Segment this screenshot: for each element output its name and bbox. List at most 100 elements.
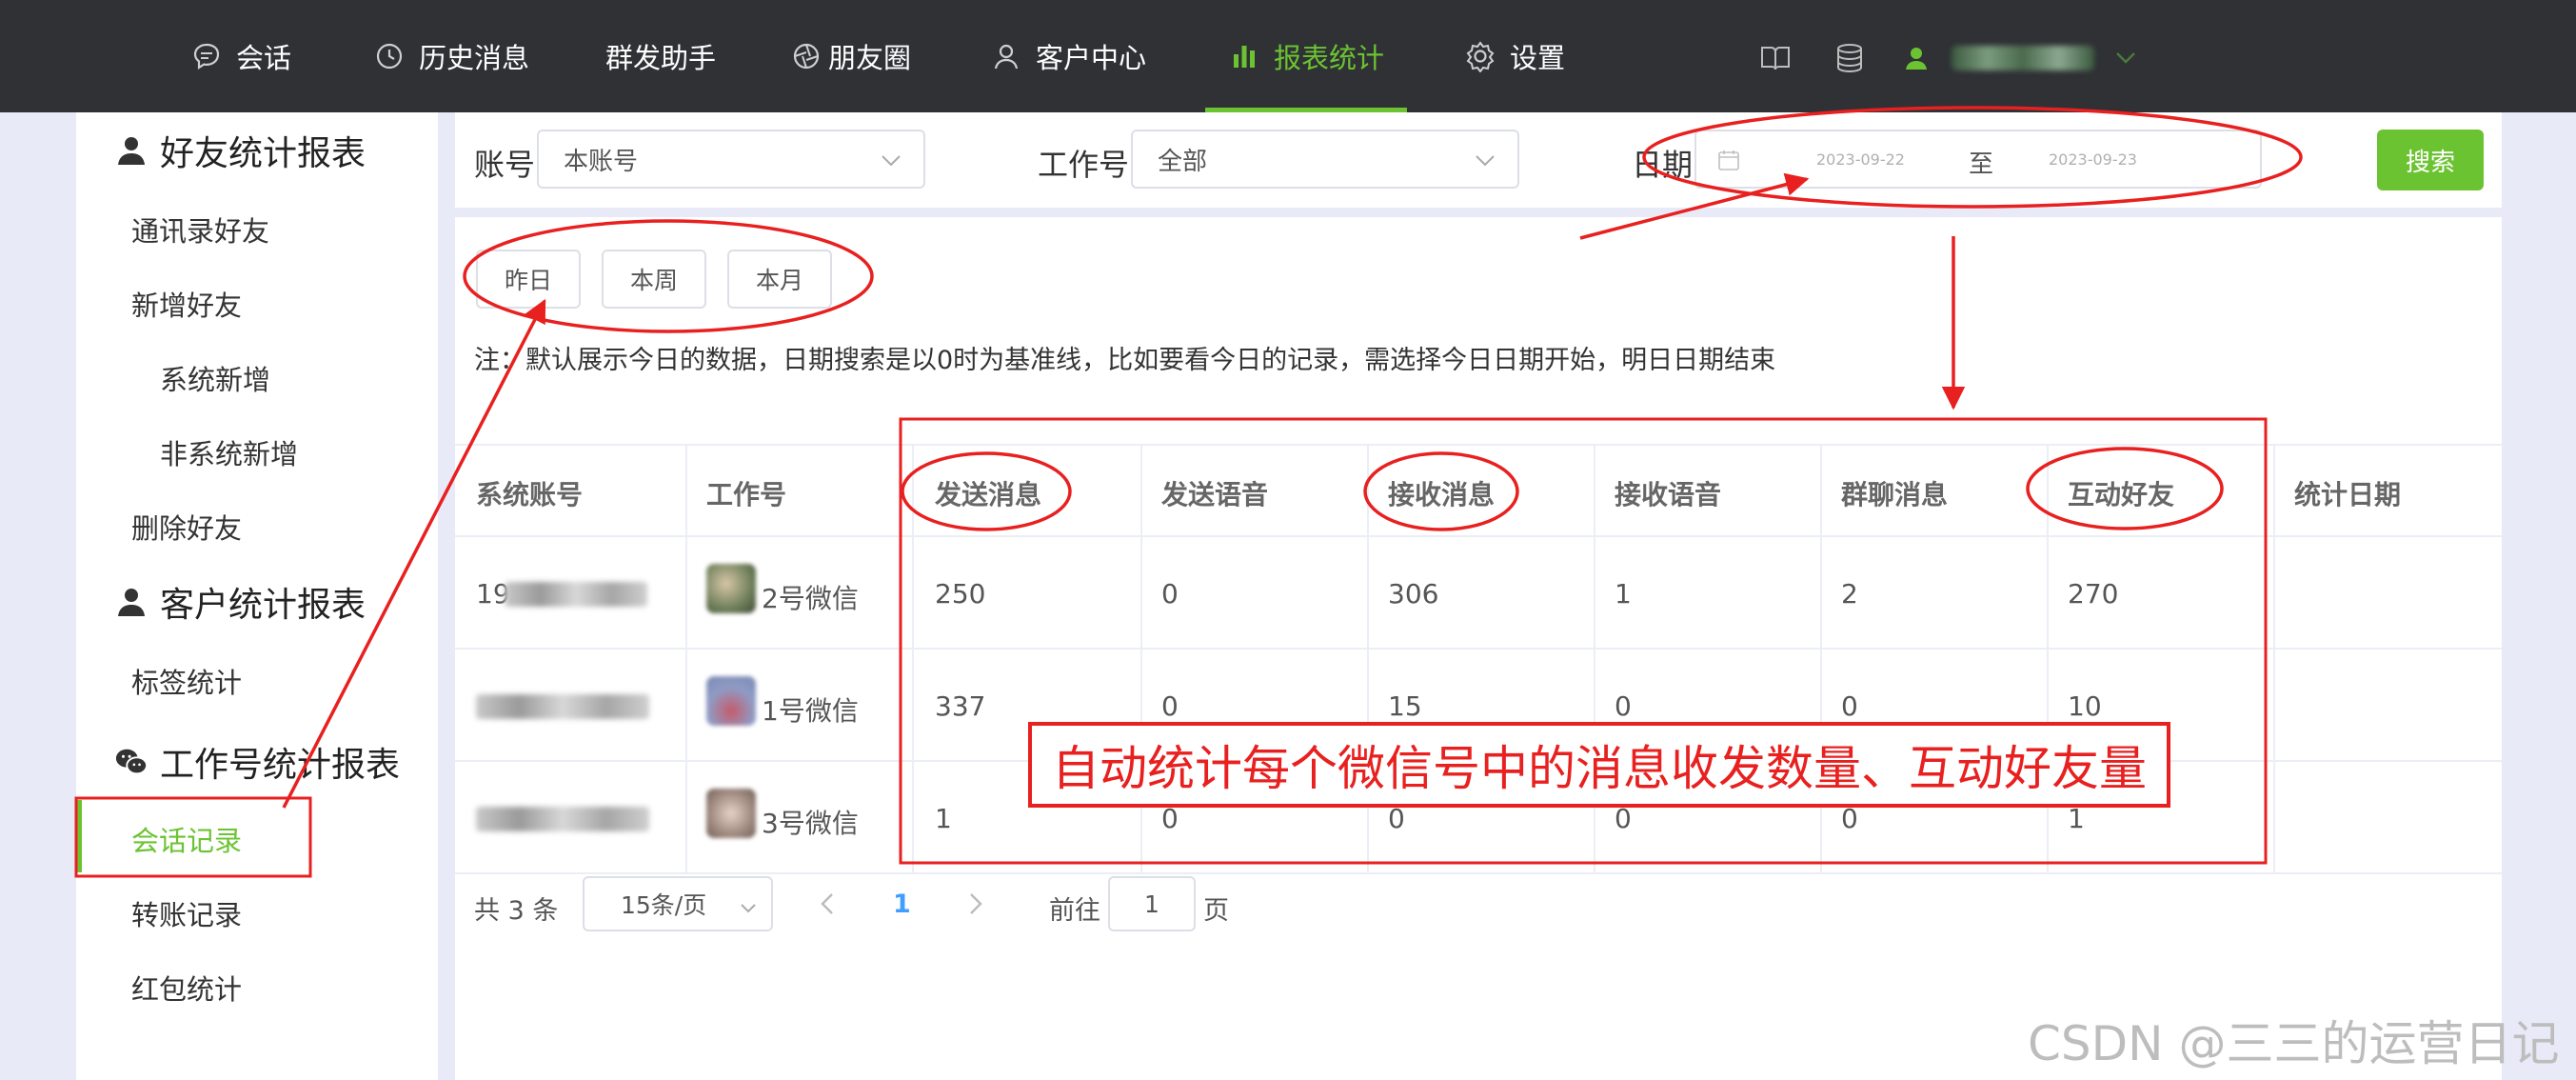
table-row-border — [455, 648, 2502, 650]
sidebar-item-non-system-new[interactable]: 非系统新增 — [160, 432, 298, 472]
table-top-border — [455, 444, 2502, 446]
cell-group-msg: 0 — [1841, 690, 1858, 722]
table-bottom-border — [455, 872, 2502, 874]
sidebar-group-friends[interactable]: 好友统计报表 — [114, 126, 366, 175]
workno-select-value: 全部 — [1158, 147, 1208, 176]
nav-history[interactable]: 历史消息 — [373, 0, 529, 112]
page-suffix: 页 — [1203, 896, 1229, 926]
user-icon[interactable] — [1900, 42, 1932, 74]
cell-friends: 10 — [2068, 690, 2102, 722]
date-start[interactable]: 2023-09-22 — [1816, 150, 1905, 169]
nav-label: 朋友圈 — [828, 42, 912, 74]
table-col-divider — [1594, 444, 1595, 874]
goto-page-input[interactable]: 1 — [1108, 876, 1196, 931]
page-number-current[interactable]: 1 — [893, 890, 911, 919]
nav-chat[interactable]: 会话 — [190, 0, 291, 112]
pagination-total: 共 3 条 — [474, 896, 559, 926]
chevron-down-icon — [880, 149, 902, 171]
wechat-icon — [114, 745, 149, 779]
nav-label: 会话 — [236, 42, 292, 74]
nav-broadcast[interactable]: 群发助手 — [605, 0, 716, 112]
sidebar-item-tags[interactable]: 标签统计 — [131, 661, 242, 701]
quick-this-month-button[interactable]: 本月 — [727, 250, 832, 309]
quick-this-week-button[interactable]: 本周 — [602, 250, 706, 309]
nav-moments[interactable]: 朋友圈 — [790, 0, 911, 112]
cell-workno: 3号微信 — [762, 808, 859, 839]
book-icon[interactable] — [1759, 42, 1792, 74]
chevron-down-icon — [739, 895, 758, 923]
cell-send-msg: 337 — [935, 690, 986, 722]
watermark: CSDN @三三的运营日记 — [2028, 1016, 2560, 1071]
avatar — [706, 789, 756, 838]
page-size-select[interactable]: 15条/页 — [583, 876, 773, 931]
sidebar: 好友统计报表 通讯录好友 新增好友 系统新增 非系统新增 删除好友 客户统计报表… — [76, 112, 438, 1080]
account-redacted — [476, 694, 649, 719]
account-select-value: 本账号 — [564, 147, 639, 176]
workno-select[interactable]: 全部 — [1131, 130, 1519, 189]
next-page-button[interactable] — [967, 891, 984, 920]
table-col-divider — [685, 444, 687, 874]
account-select[interactable]: 本账号 — [537, 130, 925, 189]
quick-yesterday-button[interactable]: 昨日 — [476, 250, 581, 309]
account-label: 账号 — [474, 147, 536, 183]
database-icon[interactable] — [1833, 42, 1866, 74]
nav-settings[interactable]: 设置 — [1464, 0, 1565, 112]
aperture-icon — [790, 40, 822, 72]
cell-recv-msg: 306 — [1388, 578, 1439, 610]
col-header-friends: 互动好友 — [2068, 479, 2175, 510]
date-end[interactable]: 2023-09-23 — [2049, 150, 2137, 169]
table-col-divider — [2047, 444, 2049, 874]
date-label: 日期 — [1632, 147, 1694, 183]
bar-chart-icon — [1228, 40, 1260, 72]
search-button[interactable]: 搜索 — [2377, 130, 2484, 190]
sidebar-item-session-records[interactable]: 会话记录 — [131, 819, 242, 859]
avatar — [706, 676, 756, 726]
sidebar-item-deleted-friends[interactable]: 删除好友 — [131, 507, 242, 547]
workno-label: 工作号 — [1038, 147, 1130, 183]
table-header-border — [455, 535, 2502, 537]
top-nav-bar: 会话 历史消息 群发助手 朋友圈 客户中心 报表统计 设置 — [0, 0, 2576, 112]
table-col-divider — [1820, 444, 1822, 874]
account-redacted — [505, 582, 647, 607]
sidebar-item-system-new[interactable]: 系统新增 — [160, 358, 270, 398]
col-header-account: 系统账号 — [476, 479, 584, 510]
table-col-divider — [2273, 444, 2275, 874]
annotation-callout: 自动统计每个微信号中的消息收发数量、互动好友量 — [1028, 722, 2170, 808]
cell-group-msg: 2 — [1841, 578, 1858, 610]
nav-label: 历史消息 — [419, 42, 530, 74]
col-header-send-voice: 发送语音 — [1161, 479, 1269, 510]
sidebar-item-red-packets[interactable]: 红包统计 — [131, 968, 242, 1008]
chevron-down-icon[interactable] — [2110, 42, 2142, 74]
cell-workno: 1号微信 — [762, 695, 859, 727]
cell-recv-msg: 15 — [1388, 690, 1422, 722]
cell-send-voice: 0 — [1161, 578, 1179, 610]
cell-send-voice: 0 — [1161, 690, 1179, 722]
user-name-redacted[interactable] — [1952, 46, 2094, 70]
usage-note: 注：默认展示今日的数据，日期搜索是以0时为基准线，比如要看今日的记录，需选择今日… — [474, 346, 1776, 375]
table-col-divider — [1140, 444, 1142, 874]
date-range-picker[interactable]: 2023-09-22 至 2023-09-23 — [1694, 130, 2262, 189]
account-redacted — [476, 807, 649, 831]
goto-label: 前往 — [1049, 896, 1100, 926]
sidebar-item-transfers[interactable]: 转账记录 — [131, 893, 242, 933]
avatar — [706, 564, 756, 613]
prev-page-button[interactable] — [819, 891, 836, 920]
sidebar-group-label: 好友统计报表 — [160, 134, 367, 173]
nav-reports[interactable]: 报表统计 — [1204, 0, 1408, 112]
sidebar-group-label: 客户统计报表 — [160, 586, 367, 625]
date-separator: 至 — [1969, 150, 1994, 179]
person-icon — [114, 585, 149, 619]
sidebar-item-new-friends[interactable]: 新增好友 — [131, 284, 242, 324]
nav-label: 客户中心 — [1036, 42, 1147, 74]
clock-icon — [373, 40, 406, 72]
col-header-recv-msg: 接收消息 — [1388, 479, 1496, 510]
calendar-icon — [1717, 149, 1740, 175]
nav-customer-center[interactable]: 客户中心 — [990, 0, 1146, 112]
gear-icon — [1464, 40, 1496, 72]
sidebar-group-customers[interactable]: 客户统计报表 — [114, 577, 366, 627]
sidebar-item-contacts[interactable]: 通讯录好友 — [131, 210, 269, 250]
sidebar-group-workno[interactable]: 工作号统计报表 — [114, 737, 400, 787]
chat-icon — [190, 40, 223, 72]
nav-label: 报表统计 — [1274, 42, 1385, 74]
cell-send-msg: 1 — [935, 803, 952, 834]
